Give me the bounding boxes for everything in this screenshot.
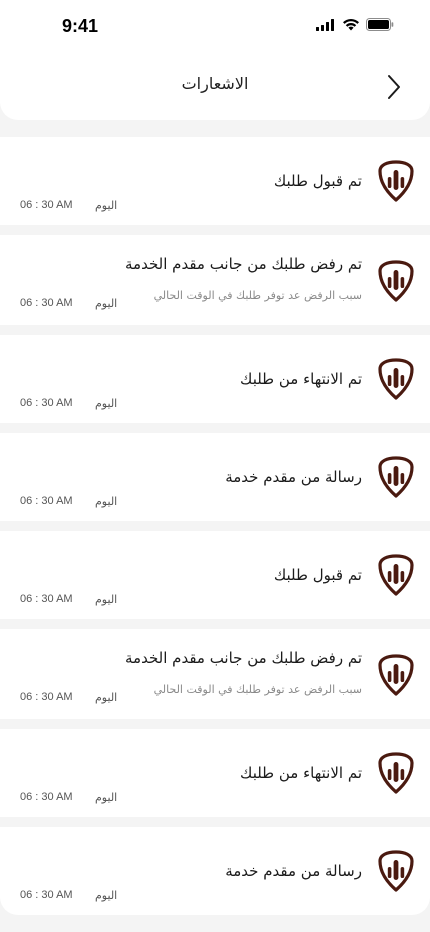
notification-item[interactable]: تم رفض طلبك من جانب مقدم الخدمة سبب الرف… <box>0 629 430 719</box>
notification-subtitle: سبب الرفض عد توفر طلبك في الوقت الحالي <box>153 683 362 696</box>
notification-day: اليوم <box>95 593 118 606</box>
notification-time: 06 : 30 AM <box>20 199 73 211</box>
notification-time: 06 : 30 AM <box>20 297 73 309</box>
notification-time: 06 : 30 AM <box>20 397 73 409</box>
notification-time: 06 : 30 AM <box>20 791 73 803</box>
notification-item[interactable]: تم رفض طلبك من جانب مقدم الخدمة سبب الرف… <box>0 235 430 325</box>
chevron-right-icon <box>388 75 400 99</box>
notification-title: تم الانتهاء من طلبك <box>240 370 362 388</box>
notification-day: اليوم <box>95 691 118 704</box>
notification-item[interactable]: تم قبول طلبك اليوم 06 : 30 AM <box>0 137 430 225</box>
notification-title: رسالة من مقدم خدمة <box>225 468 362 486</box>
notification-time: 06 : 30 AM <box>20 691 73 703</box>
notification-time: 06 : 30 AM <box>20 495 73 507</box>
notification-time: 06 : 30 AM <box>20 593 73 605</box>
notification-icon <box>376 456 416 498</box>
notification-icon <box>376 850 416 892</box>
brand-shield-icon <box>378 654 414 696</box>
notification-item[interactable]: تم الانتهاء من طلبك اليوم 06 : 30 AM <box>0 729 430 817</box>
notification-title: تم رفض طلبك من جانب مقدم الخدمة <box>125 649 362 667</box>
battery-icon <box>366 18 394 31</box>
notification-title: تم قبول طلبك <box>273 566 362 584</box>
signal-icon <box>316 18 334 31</box>
brand-shield-icon <box>378 554 414 596</box>
notification-day: اليوم <box>95 199 118 212</box>
notification-icon <box>376 554 416 596</box>
page-title: الاشعارات <box>181 74 249 93</box>
notification-day: اليوم <box>95 889 118 902</box>
wifi-icon <box>343 18 359 31</box>
status-bar: 9:41 <box>0 0 430 52</box>
notification-icon <box>376 752 416 794</box>
brand-shield-icon <box>378 850 414 892</box>
notification-day: اليوم <box>95 397 118 410</box>
brand-shield-icon <box>378 160 414 202</box>
notification-item[interactable]: تم قبول طلبك اليوم 06 : 30 AM <box>0 531 430 619</box>
notification-icon <box>376 260 416 302</box>
notification-day: اليوم <box>95 791 118 804</box>
brand-shield-icon <box>378 358 414 400</box>
brand-shield-icon <box>378 456 414 498</box>
notification-title: تم الانتهاء من طلبك <box>240 764 362 782</box>
notification-day: اليوم <box>95 297 118 310</box>
page-header: الاشعارات <box>0 52 430 120</box>
notification-item[interactable]: رسالة من مقدم خدمة اليوم 06 : 30 AM <box>0 827 430 915</box>
notification-icon <box>376 358 416 400</box>
notification-list: تم قبول طلبك اليوم 06 : 30 AM تم رفض طلب… <box>0 137 430 925</box>
notification-item[interactable]: رسالة من مقدم خدمة اليوم 06 : 30 AM <box>0 433 430 521</box>
notification-time: 06 : 30 AM <box>20 889 73 901</box>
notification-icon <box>376 654 416 696</box>
status-time: 9:41 <box>62 16 99 36</box>
notification-subtitle: سبب الرفض عد توفر طلبك في الوقت الحالي <box>153 289 362 302</box>
notification-title: رسالة من مقدم خدمة <box>225 862 362 880</box>
notification-item[interactable]: تم الانتهاء من طلبك اليوم 06 : 30 AM <box>0 335 430 423</box>
notification-day: اليوم <box>95 495 118 508</box>
status-icons <box>316 18 394 31</box>
back-button[interactable] <box>380 70 408 104</box>
brand-shield-icon <box>378 752 414 794</box>
notification-title: تم قبول طلبك <box>273 172 362 190</box>
notification-icon <box>376 160 416 202</box>
brand-shield-icon <box>378 260 414 302</box>
notification-title: تم رفض طلبك من جانب مقدم الخدمة <box>125 255 362 273</box>
